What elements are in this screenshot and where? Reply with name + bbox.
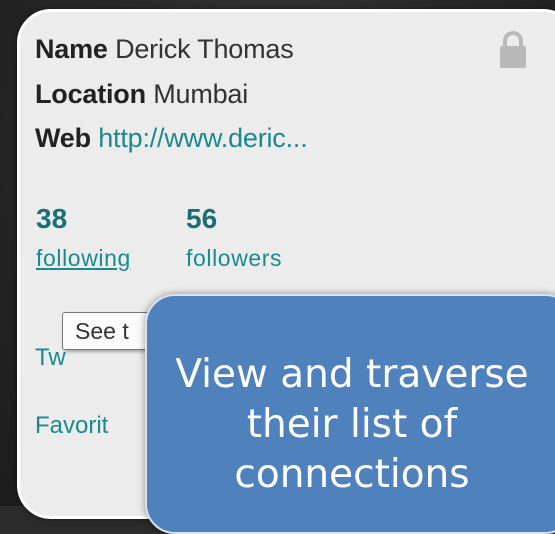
location-label: Location — [35, 79, 146, 109]
followers-link[interactable]: followers — [186, 245, 282, 272]
lock-icon — [500, 31, 526, 68]
following-link[interactable]: following — [36, 245, 131, 272]
web-label: Web — [35, 123, 91, 153]
web-link[interactable]: http://www.deric... — [98, 123, 307, 153]
followers-count[interactable]: 56 — [186, 203, 217, 235]
name-value: Derick Thomas — [115, 34, 294, 64]
profile-name-row: Name Derick Thomas — [35, 34, 294, 65]
callout-text: View and traverse their list of connecti… — [175, 352, 529, 497]
tweets-link[interactable]: Tw — [35, 344, 66, 372]
name-label: Name — [35, 34, 108, 64]
profile-web-row: Web http://www.deric... — [35, 123, 308, 154]
callout-box: View and traverse their list of connecti… — [145, 294, 555, 534]
profile-location-row: Location Mumbai — [35, 79, 248, 110]
location-value: Mumbai — [153, 79, 249, 109]
following-count[interactable]: 38 — [36, 203, 67, 235]
favorites-link[interactable]: Favorit — [35, 412, 108, 440]
